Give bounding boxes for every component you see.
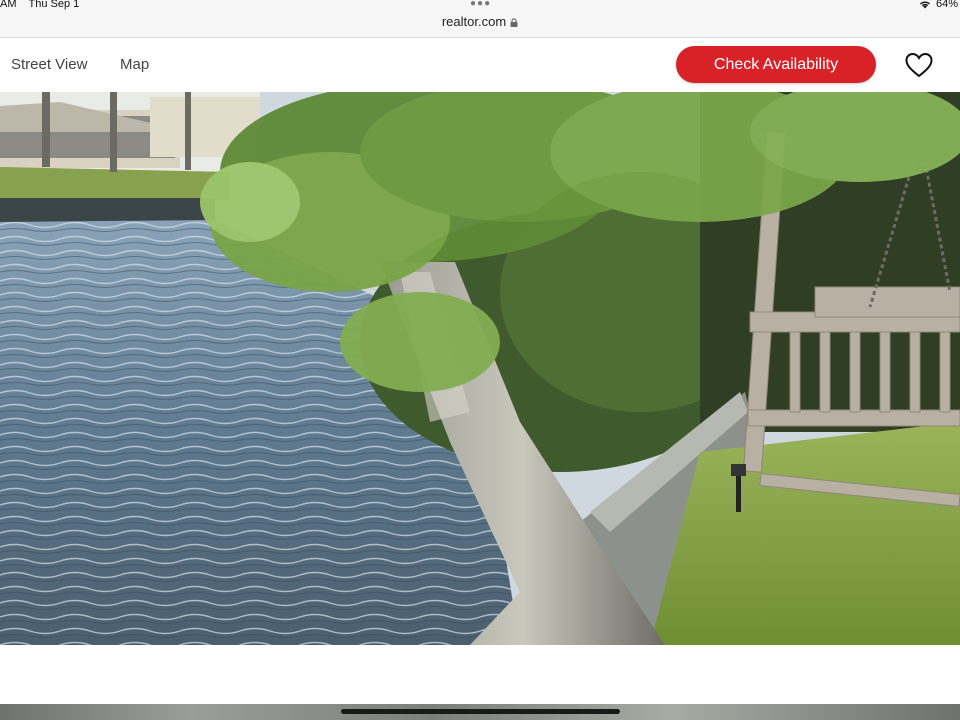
- battery-level: 64%: [935, 0, 958, 10]
- status-time-date: AM Thu Sep 1: [0, 0, 91, 10]
- lock-icon: [510, 18, 518, 27]
- status-time: AM: [0, 0, 17, 10]
- listing-photo[interactable]: [0, 92, 960, 645]
- browser-status-bar: AM Thu Sep 1 ●●● realtor.com 64%: [0, 0, 960, 38]
- home-indicator[interactable]: [341, 709, 620, 714]
- street-view-link[interactable]: Street View: [11, 56, 87, 73]
- check-availability-button[interactable]: Check Availability: [676, 46, 876, 83]
- status-date: Thu Sep 1: [28, 0, 80, 10]
- listing-nav-bar: Street View Map Check Availability: [0, 38, 960, 92]
- status-indicators: 64%: [919, 0, 958, 10]
- url-text: realtor.com: [441, 14, 507, 29]
- canal-scene-image: [0, 92, 960, 645]
- heart-icon[interactable]: [904, 52, 934, 78]
- address-bar[interactable]: realtor.com: [0, 14, 960, 29]
- wifi-icon: [919, 1, 930, 8]
- more-dots-icon[interactable]: ●●●: [470, 0, 491, 9]
- map-link[interactable]: Map: [120, 56, 149, 73]
- bottom-area: [0, 645, 960, 720]
